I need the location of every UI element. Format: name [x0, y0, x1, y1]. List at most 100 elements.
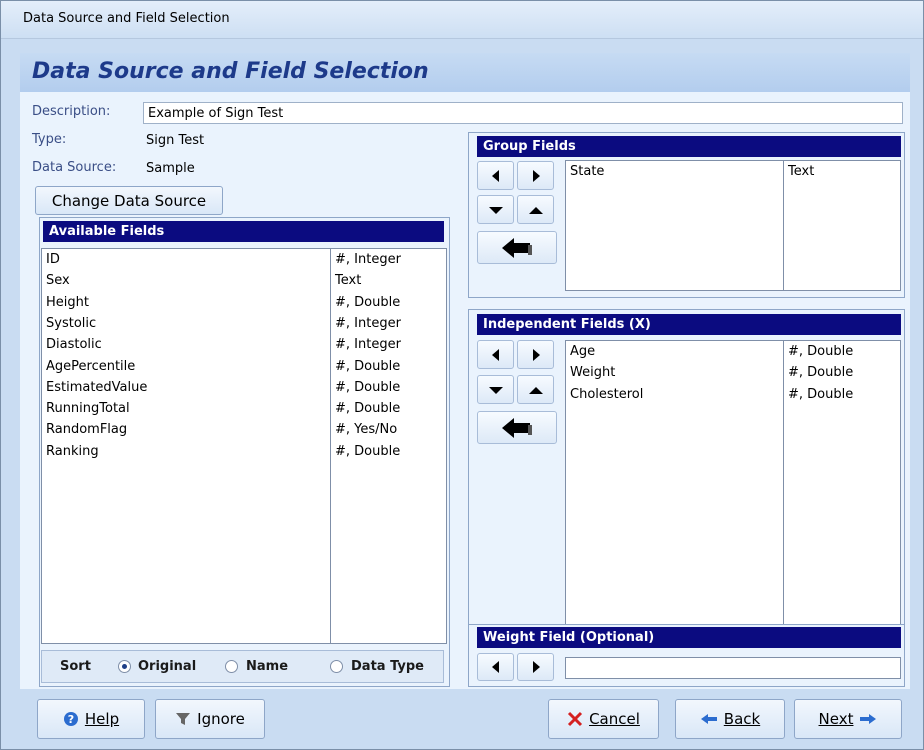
independent-move-right-button[interactable] [517, 340, 554, 369]
field-name: RandomFlag [46, 422, 128, 438]
title-bar: Data Source and Field Selection [1, 1, 923, 39]
sort-datatype-label[interactable]: Data Type [351, 659, 424, 674]
list-item[interactable]: Weight #, Double [566, 365, 900, 386]
list-item[interactable]: EstimatedValue #, Double [42, 380, 446, 401]
independent-move-down-button[interactable] [477, 375, 514, 404]
field-type: #, Integer [335, 252, 401, 267]
list-item[interactable]: State Text [566, 164, 900, 185]
field-name: RunningTotal [46, 401, 130, 417]
weight-move-right-button[interactable] [517, 653, 554, 681]
field-type: #, Double [335, 358, 401, 374]
arrow-back-icon [700, 714, 717, 724]
weight-field-title: Weight Field (Optional) [477, 627, 901, 648]
field-type: #, Double [335, 443, 401, 459]
field-name: Diastolic [46, 337, 102, 353]
group-move-right-button[interactable] [517, 161, 554, 190]
arrow-down-icon [488, 386, 503, 394]
sort-bar: Sort Original Name Data Type [41, 650, 444, 683]
list-item[interactable]: Diastolic #, Integer [42, 337, 446, 358]
list-item[interactable]: Cholesterol #, Double [566, 387, 900, 408]
description-input[interactable] [143, 102, 903, 124]
change-data-source-label: Change Data Source [51, 191, 207, 210]
arrow-right-icon [532, 348, 540, 361]
independent-fields-title: Independent Fields (X) [477, 314, 901, 335]
svg-text:?: ? [68, 713, 74, 726]
page-title: Data Source and Field Selection [32, 59, 429, 84]
datasource-value: Sample [146, 161, 195, 176]
sort-original-label[interactable]: Original [138, 659, 196, 674]
group-move-up-button[interactable] [517, 195, 554, 224]
field-name: Age [570, 344, 596, 359]
sort-datatype-radio[interactable] [330, 660, 343, 673]
field-type: #, Integer [335, 337, 401, 353]
field-name: Systolic [46, 315, 97, 331]
group-remove-all-button[interactable] [477, 231, 557, 264]
field-type: #, Double [335, 401, 401, 417]
independent-move-up-button[interactable] [517, 375, 554, 404]
field-type: #, Yes/No [335, 422, 398, 438]
list-item[interactable]: Sex Text [42, 273, 446, 294]
ignore-button[interactable]: Ignore [155, 699, 265, 739]
field-name: Weight [570, 365, 616, 381]
field-name: ID [46, 252, 60, 267]
field-type: Text [788, 164, 815, 179]
field-type: #, Double [335, 294, 401, 310]
cancel-label: Cancel [589, 710, 640, 728]
independent-fields-list[interactable]: Age #, Double Weight #, Double Cholesterol #,… [565, 340, 901, 630]
independent-remove-all-button[interactable] [477, 411, 557, 444]
list-item[interactable]: Height #, Double [42, 295, 446, 316]
next-button[interactable]: Next [794, 699, 902, 739]
remove-all-left-icon [502, 237, 532, 258]
field-type: #, Integer [335, 315, 401, 331]
arrow-up-icon [528, 386, 543, 394]
independent-move-left-button[interactable] [477, 340, 514, 369]
group-move-down-button[interactable] [477, 195, 514, 224]
list-item[interactable]: AgePercentile #, Double [42, 359, 446, 380]
arrow-next-icon [860, 714, 877, 724]
sort-name-label[interactable]: Name [246, 659, 288, 674]
remove-all-left-icon [502, 417, 532, 438]
filter-icon [176, 713, 191, 725]
cancel-x-icon [568, 711, 583, 727]
help-label: Help [84, 710, 120, 728]
change-data-source-button[interactable]: Change Data Source [35, 186, 223, 215]
arrow-left-icon [491, 661, 499, 673]
field-type: #, Double [335, 379, 401, 395]
field-type: #, Double [788, 365, 854, 381]
field-name: Height [46, 294, 89, 310]
available-fields-list[interactable]: ID #, Integer Sex Text Height #, Double Systol… [41, 248, 447, 644]
sort-name-radio[interactable] [225, 660, 238, 673]
help-button[interactable]: ? Help [37, 699, 145, 739]
sort-original-radio[interactable] [118, 660, 131, 673]
arrow-left-icon [491, 169, 499, 182]
field-name: Sex [46, 273, 70, 289]
type-value: Sign Test [146, 133, 205, 148]
help-icon: ? [63, 712, 78, 726]
field-name: EstimatedValue [46, 379, 148, 395]
list-item[interactable]: Systolic #, Integer [42, 316, 446, 337]
weight-move-left-button[interactable] [477, 653, 514, 681]
available-fields-title: Available Fields [43, 221, 444, 242]
field-name: Ranking [46, 443, 99, 459]
cancel-button[interactable]: Cancel [548, 699, 659, 739]
list-item[interactable]: Ranking #, Double [42, 444, 446, 465]
ignore-label: Ignore [197, 710, 245, 728]
arrow-left-icon [491, 348, 499, 361]
field-name: AgePercentile [46, 358, 136, 374]
list-item[interactable]: RunningTotal #, Double [42, 401, 446, 422]
description-label: Description: [32, 104, 111, 119]
field-name: Cholesterol [570, 386, 644, 402]
list-item[interactable]: Age #, Double [566, 344, 900, 365]
field-name: State [570, 164, 605, 179]
group-move-left-button[interactable] [477, 161, 514, 190]
weight-field-input[interactable] [565, 657, 901, 679]
window-title: Data Source and Field Selection [23, 11, 230, 26]
type-label: Type: [32, 132, 67, 147]
list-item[interactable]: ID #, Integer [42, 252, 446, 273]
back-button[interactable]: Back [675, 699, 785, 739]
arrow-down-icon [488, 206, 503, 214]
group-fields-list[interactable]: State Text [565, 160, 901, 291]
list-item[interactable]: RandomFlag #, Yes/No [42, 422, 446, 443]
content-area: Data Source and Field Selection Descript… [20, 53, 910, 689]
arrow-right-icon [532, 661, 540, 673]
